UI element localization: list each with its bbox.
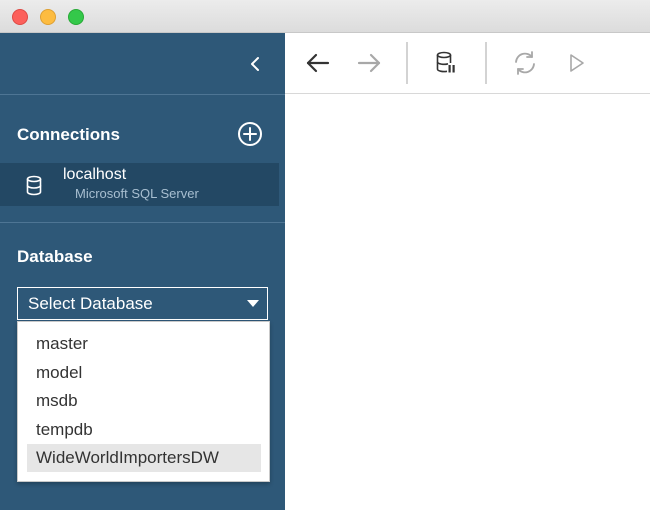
database-select[interactable]: Select Database bbox=[17, 287, 268, 320]
disconnect-button[interactable] bbox=[430, 47, 462, 79]
database-option-msdb[interactable]: msdb bbox=[27, 387, 261, 415]
window-close-button[interactable] bbox=[12, 9, 28, 25]
database-option-wideworldimportersdw[interactable]: WideWorldImportersDW bbox=[27, 444, 261, 472]
database-icon bbox=[26, 175, 42, 196]
database-option-master[interactable]: master bbox=[27, 330, 261, 358]
plus-circle-icon bbox=[238, 122, 262, 146]
connection-item-localhost[interactable]: localhost Microsoft SQL Server bbox=[0, 163, 279, 206]
sidebar: Connections localhost Microsoft SQL Serv… bbox=[0, 33, 285, 510]
refresh-button[interactable] bbox=[509, 47, 541, 79]
toolbar-separator bbox=[406, 42, 408, 84]
sidebar-divider bbox=[0, 94, 285, 95]
database-dropdown-list: master model msdb tempdb WideWorldImport… bbox=[17, 321, 270, 482]
window-zoom-button[interactable] bbox=[68, 9, 84, 25]
connection-type: Microsoft SQL Server bbox=[75, 186, 199, 201]
window-minimize-button[interactable] bbox=[40, 9, 56, 25]
arrow-right-icon bbox=[357, 53, 381, 73]
database-option-tempdb[interactable]: tempdb bbox=[27, 416, 261, 444]
connection-name: localhost bbox=[63, 166, 127, 183]
toolbar bbox=[285, 33, 650, 94]
database-pause-icon bbox=[436, 51, 455, 73]
connections-heading: Connections bbox=[17, 125, 120, 144]
caret-down-icon bbox=[247, 300, 259, 307]
back-button[interactable] bbox=[302, 47, 334, 79]
database-select-value: Select Database bbox=[28, 294, 153, 313]
toolbar-separator bbox=[485, 42, 487, 84]
play-icon bbox=[570, 54, 584, 72]
forward-button[interactable] bbox=[353, 47, 385, 79]
main-content-area bbox=[285, 94, 650, 510]
collapse-sidebar-button[interactable] bbox=[244, 53, 266, 75]
refresh-icon bbox=[515, 51, 535, 75]
window-titlebar bbox=[0, 0, 650, 33]
run-button[interactable] bbox=[561, 47, 593, 79]
add-connection-button[interactable] bbox=[237, 121, 263, 147]
chevron-left-icon bbox=[251, 57, 259, 71]
database-heading: Database bbox=[17, 247, 93, 266]
database-option-model[interactable]: model bbox=[27, 359, 261, 387]
sidebar-divider bbox=[0, 222, 285, 223]
arrow-left-icon bbox=[306, 53, 330, 73]
